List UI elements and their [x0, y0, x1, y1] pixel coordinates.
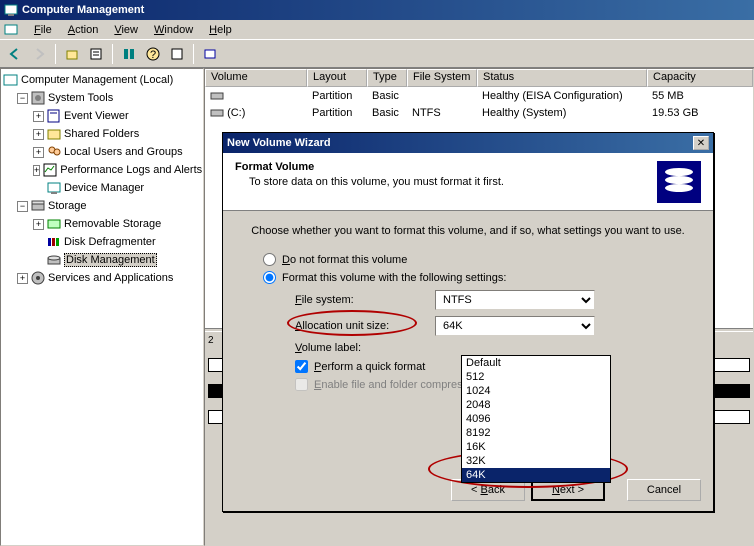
volume-label-label: Volume label:: [295, 342, 435, 354]
col-fs[interactable]: File System: [407, 69, 477, 87]
disk-icon: [210, 107, 224, 119]
file-system-row: File system: NTFS: [295, 290, 691, 310]
dropdown-option[interactable]: 2048: [462, 398, 610, 412]
radio-input[interactable]: [263, 253, 276, 266]
dropdown-option[interactable]: 4096: [462, 412, 610, 426]
dropdown-option[interactable]: 1024: [462, 384, 610, 398]
collapse-icon[interactable]: −: [17, 201, 28, 212]
volume-label-row: Volume label:: [295, 342, 691, 354]
dropdown-option[interactable]: Default: [462, 356, 610, 370]
file-system-label: File system:: [295, 294, 435, 306]
menu-window[interactable]: Window: [146, 22, 201, 38]
forward-button: [28, 43, 50, 65]
close-button[interactable]: ✕: [693, 136, 709, 150]
expand-icon[interactable]: +: [33, 219, 44, 230]
tree-eventviewer[interactable]: + Event Viewer: [3, 107, 201, 125]
col-status[interactable]: Status: [477, 69, 647, 87]
menu-view[interactable]: View: [106, 22, 146, 38]
cancel-button[interactable]: Cancel: [627, 479, 701, 501]
expand-icon[interactable]: +: [33, 165, 40, 176]
menu-file[interactable]: File: [26, 22, 60, 38]
dropdown-option[interactable]: 8192: [462, 426, 610, 440]
allocation-unit-dropdown-list[interactable]: Default 512 1024 2048 4096 8192 16K 32K …: [461, 355, 611, 483]
settings-button[interactable]: [199, 43, 221, 65]
tree-services[interactable]: + Services and Applications: [3, 269, 201, 287]
wizard-subheading: To store data on this volume, you must f…: [235, 176, 657, 188]
quick-format-checkbox[interactable]: [295, 360, 308, 373]
tree-systools[interactable]: − System Tools: [3, 89, 201, 107]
tree-sharedfolders[interactable]: + Shared Folders: [3, 125, 201, 143]
col-volume[interactable]: Volume: [205, 69, 307, 87]
wizard-header: Format Volume To store data on this volu…: [223, 153, 713, 211]
col-capacity[interactable]: Capacity: [647, 69, 753, 87]
allocation-unit-select[interactable]: 64K: [435, 316, 595, 336]
table-row[interactable]: Partition Basic Healthy (EISA Configurat…: [205, 87, 753, 104]
menubar: File Action View Window Help: [0, 20, 754, 40]
main-titlebar: Computer Management: [0, 0, 754, 20]
tree-defrag[interactable]: Disk Defragmenter: [3, 233, 201, 251]
collapse-icon[interactable]: −: [17, 93, 28, 104]
back-button[interactable]: [4, 43, 26, 65]
radio-format-with-settings[interactable]: Format this volume with the following se…: [263, 271, 691, 284]
dropdown-option[interactable]: 16K: [462, 440, 610, 454]
wizard-intro: Choose whether you want to format this v…: [245, 225, 691, 237]
tree-root[interactable]: Computer Management (Local): [3, 71, 201, 89]
dropdown-option[interactable]: 32K: [462, 454, 610, 468]
svg-text:?: ?: [150, 49, 156, 61]
wizard-titlebar: New Volume Wizard ✕: [223, 133, 713, 153]
refresh-button[interactable]: [118, 43, 140, 65]
tree-perflogs[interactable]: + Performance Logs and Alerts: [3, 161, 201, 179]
toolbar: ?: [0, 40, 754, 68]
app-icon: [4, 3, 18, 17]
disk-icon: [210, 90, 224, 102]
expand-icon[interactable]: +: [33, 129, 44, 140]
dropdown-option[interactable]: 512: [462, 370, 610, 384]
tree-pane[interactable]: Computer Management (Local) − System Too…: [0, 68, 204, 546]
menu-app-icon: [4, 23, 20, 37]
list-header: Volume Layout Type File System Status Ca…: [205, 69, 753, 87]
tree-diskmgmt[interactable]: Disk Management: [3, 251, 201, 269]
up-button[interactable]: [61, 43, 83, 65]
expand-icon[interactable]: +: [33, 147, 44, 158]
export-button[interactable]: [166, 43, 188, 65]
col-layout[interactable]: Layout: [307, 69, 367, 87]
tree-localusers[interactable]: + Local Users and Groups: [3, 143, 201, 161]
file-system-select[interactable]: NTFS: [435, 290, 595, 310]
radio-input[interactable]: [263, 271, 276, 284]
col-type[interactable]: Type: [367, 69, 407, 87]
expand-icon[interactable]: +: [33, 111, 44, 122]
dropdown-option-selected[interactable]: 64K: [462, 468, 610, 482]
help-button[interactable]: ?: [142, 43, 164, 65]
table-row[interactable]: (C:) Partition Basic NTFS Healthy (Syste…: [205, 104, 753, 121]
compression-checkbox: [295, 378, 308, 391]
menu-action[interactable]: Action: [60, 22, 107, 38]
tree-removable[interactable]: + Removable Storage: [3, 215, 201, 233]
menu-help[interactable]: Help: [201, 22, 240, 38]
app-title: Computer Management: [22, 4, 144, 16]
tree-devmgr[interactable]: Device Manager: [3, 179, 201, 197]
radio-do-not-format[interactable]: Do not format this volume: [263, 253, 691, 266]
disk-stack-icon: [657, 161, 701, 203]
allocation-unit-row: Allocation unit size: 64K: [295, 316, 691, 336]
properties-button[interactable]: [85, 43, 107, 65]
tree-storage[interactable]: − Storage: [3, 197, 201, 215]
expand-icon[interactable]: +: [17, 273, 28, 284]
allocation-unit-label: Allocation unit size:: [295, 320, 435, 332]
wizard-heading: Format Volume: [235, 161, 657, 173]
